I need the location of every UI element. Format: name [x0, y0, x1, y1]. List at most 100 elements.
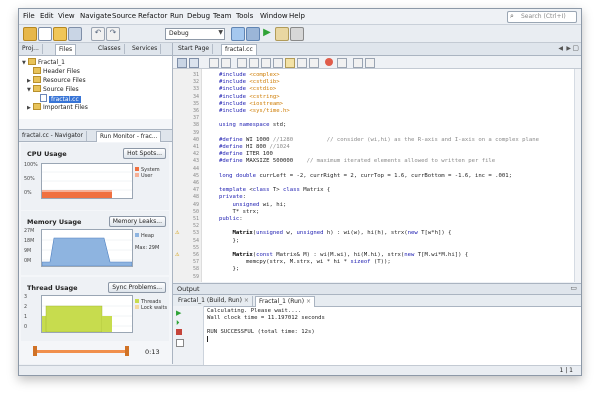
macro-icon[interactable]	[337, 58, 347, 68]
open-project-icon[interactable]	[53, 27, 67, 41]
save-all-icon[interactable]	[68, 27, 82, 41]
menu-window[interactable]: Window	[260, 12, 288, 20]
new-project-icon[interactable]	[23, 27, 37, 41]
close-icon[interactable]: ×	[244, 297, 249, 304]
toggle-bookmark-icon[interactable]	[285, 58, 295, 68]
tree-item-header-files[interactable]: Header Files	[33, 67, 80, 75]
memory-y-label: 9M	[24, 249, 32, 254]
output-line: Calculating. Please wait....	[207, 308, 302, 314]
cpu-y-label: 100%	[24, 163, 38, 168]
forward-icon[interactable]	[221, 58, 231, 68]
tree-item-source-files[interactable]: ▼ Source Files	[27, 85, 79, 93]
output-pane: Output ▭ Fractal_1 (Build, Run) × Fracta…	[173, 283, 581, 365]
toggle-highlight-icon[interactable]	[273, 58, 283, 68]
new-file-icon[interactable]	[38, 27, 52, 41]
tree-item-important-files[interactable]: ▶ Important Files	[27, 103, 88, 111]
memory-usage-panel: Memory Usage Memory Leaks... 27M 18M 9M …	[21, 211, 169, 275]
menu-team[interactable]: Team	[213, 12, 232, 20]
code-line: #include <sys/time.h>	[219, 108, 290, 114]
menu-help[interactable]: Help	[289, 12, 305, 20]
tree-item-resource-files[interactable]: ▶ Resource Files	[27, 76, 86, 84]
memory-leaks-button[interactable]: Memory Leaks...	[108, 216, 166, 227]
timeline-handle-start[interactable]	[33, 346, 37, 356]
find-prev-icon[interactable]	[249, 58, 259, 68]
menu-debug[interactable]: Debug	[187, 12, 210, 20]
run-icon[interactable]: ▶	[261, 27, 273, 39]
tab-start-page[interactable]: Start Page	[175, 44, 214, 54]
clear-output-icon[interactable]	[176, 339, 184, 347]
warning-icon[interactable]: ⚠	[175, 252, 179, 258]
tab-projects[interactable]: Proj...	[19, 44, 43, 54]
configuration-select[interactable]: Debug ▼	[165, 28, 225, 40]
cpu-system-area	[42, 192, 112, 198]
source-view-icon[interactable]	[177, 58, 187, 68]
line-number: 57	[192, 259, 199, 266]
tab-files[interactable]: Files	[55, 44, 77, 55]
menu-edit[interactable]: Edit	[40, 12, 54, 20]
tab-run-monitor[interactable]: Run Monitor - frac...	[96, 131, 162, 142]
line-number: 40	[192, 136, 199, 143]
thread-area	[102, 316, 112, 332]
tree-item-project[interactable]: ▼ Fractal_1	[22, 58, 65, 66]
output-console[interactable]: Calculating. Please wait.... Wall clock …	[207, 308, 325, 343]
thread-usage-title: Thread Usage	[27, 284, 78, 292]
comment-icon[interactable]	[353, 58, 363, 68]
warning-icon[interactable]: ⚠	[175, 230, 179, 236]
stop-icon[interactable]	[176, 329, 182, 335]
menu-run[interactable]: Run	[170, 12, 183, 20]
memory-usage-title: Memory Usage	[27, 218, 82, 226]
code-line: };	[219, 266, 240, 273]
menu-tools[interactable]: Tools	[236, 12, 253, 20]
ide-window: File Edit View Navigate Source Refactor …	[18, 8, 582, 376]
close-icon[interactable]: ×	[306, 298, 311, 305]
code-line: using namespace std;	[219, 122, 287, 129]
find-next-icon[interactable]	[261, 58, 271, 68]
rerun-with-args-icon[interactable]: ⏵	[176, 319, 180, 328]
minimize-icon[interactable]: ▭	[570, 284, 577, 292]
tab-run[interactable]: Fractal_1 (Run) ×	[255, 296, 316, 307]
redo-icon[interactable]: ↷	[106, 27, 120, 41]
build-icon[interactable]	[231, 27, 245, 41]
clean-build-icon[interactable]	[246, 27, 260, 41]
code-area[interactable]: #include <complex> #include <cstdlib> #inc…	[203, 69, 579, 282]
tab-fractal-cc[interactable]: fractal.cc	[221, 44, 257, 55]
back-icon[interactable]	[209, 58, 219, 68]
tree-item-fractal-cc[interactable]: fractal.cc	[40, 94, 81, 103]
uncomment-icon[interactable]	[365, 58, 375, 68]
cpu-usage-panel: CPU Usage Hot Spots... 100% 50% 0% Syste…	[21, 143, 169, 210]
tab-services[interactable]: Services	[129, 44, 162, 54]
stop-macro-icon[interactable]	[325, 58, 333, 66]
tab-navigator[interactable]: fractal.cc - Navigator	[19, 131, 87, 141]
editor-scrollbar[interactable]	[574, 69, 581, 282]
line-number: 34	[192, 93, 199, 100]
prev-bookmark-icon[interactable]	[297, 58, 307, 68]
menu-navigate[interactable]: Navigate	[80, 12, 111, 20]
menu-view[interactable]: View	[58, 12, 75, 20]
code-line: #define WI 1000 //1280 // consider (wi,h…	[219, 136, 539, 143]
find-icon[interactable]	[237, 58, 247, 68]
memory-y-label: 0M	[24, 259, 32, 264]
profile-icon[interactable]	[290, 27, 304, 41]
scroll-tabs-right-icon[interactable]: ▶	[566, 45, 571, 52]
rerun-icon[interactable]: ▶	[176, 309, 181, 317]
menu-refactor[interactable]: Refactor	[138, 12, 167, 20]
search-input[interactable]: ⌕ Search (Ctrl+I)	[507, 11, 577, 23]
timeline-slider[interactable]	[33, 346, 133, 358]
tab-build-run[interactable]: Fractal_1 (Build, Run) ×	[175, 296, 253, 306]
menu-source[interactable]: Source	[112, 12, 136, 20]
left-pane: Proj... Files Classes Services ▼ Fractal_…	[19, 43, 173, 364]
maximize-icon[interactable]: ▢	[572, 44, 579, 52]
hot-spots-button[interactable]: Hot Spots...	[123, 148, 166, 159]
code-line: #define HI 800 //1024	[219, 144, 290, 150]
menu-file[interactable]: File	[23, 12, 35, 20]
history-icon[interactable]	[189, 58, 199, 68]
timeline-handle-end[interactable]	[125, 346, 129, 356]
tab-classes[interactable]: Classes	[95, 44, 125, 54]
undo-icon[interactable]: ↶	[91, 27, 105, 41]
next-bookmark-icon[interactable]	[309, 58, 319, 68]
file-icon	[40, 94, 47, 102]
sync-problems-button[interactable]: Sync Problems...	[108, 282, 166, 293]
scroll-tabs-left-icon[interactable]: ◀	[558, 45, 563, 52]
chevron-down-icon: ▼	[218, 29, 223, 36]
debug-icon[interactable]	[275, 27, 289, 41]
